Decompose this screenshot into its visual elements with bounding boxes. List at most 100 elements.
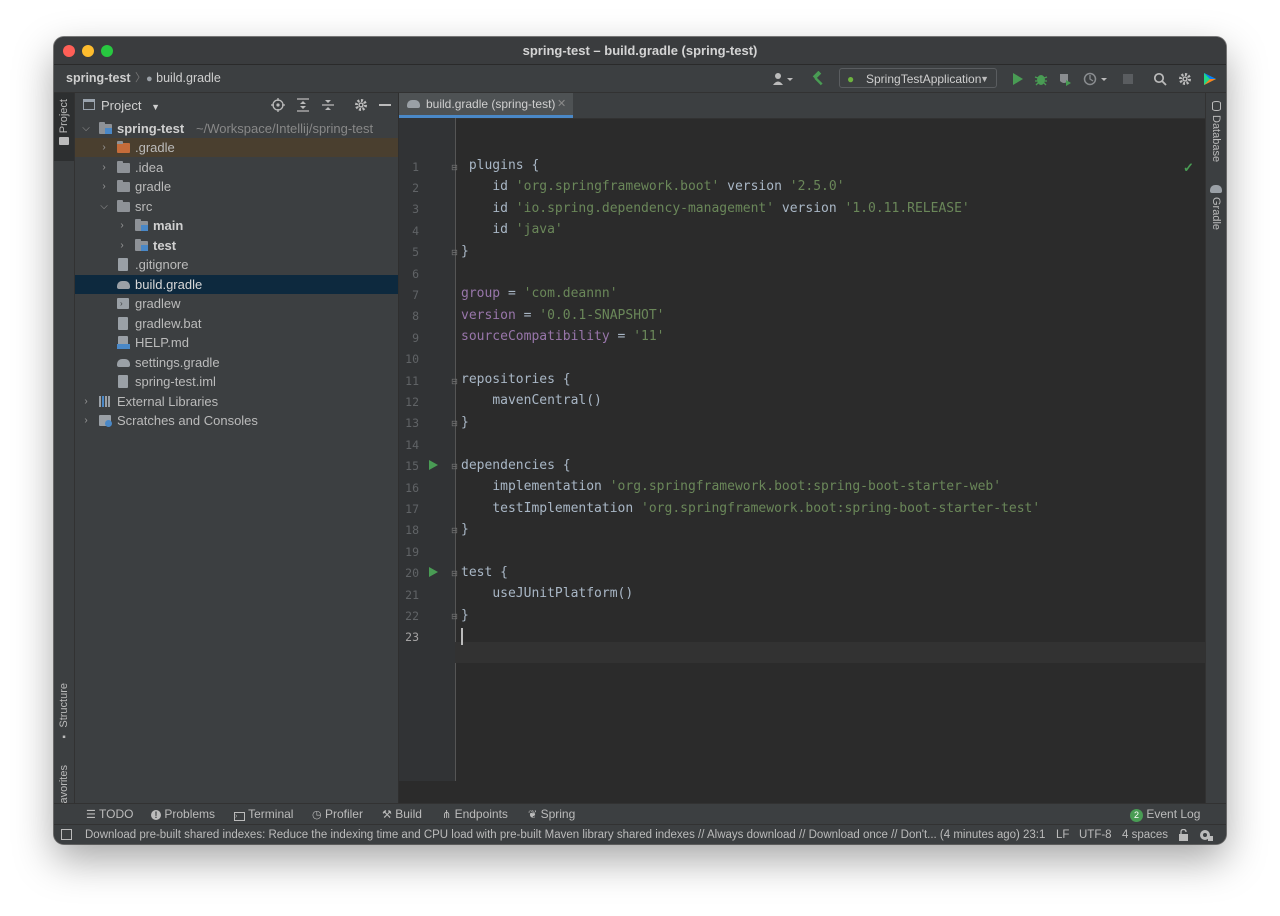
tree-item-gradle[interactable]: › gradle bbox=[75, 177, 398, 196]
run-configuration-select[interactable]: ● SpringTestApplication ▼ bbox=[839, 68, 997, 88]
run-gutter-icon[interactable] bbox=[429, 567, 438, 577]
project-tool-tab[interactable]: Project bbox=[54, 99, 74, 146]
run-gutter-icon[interactable] bbox=[429, 460, 438, 470]
code-token: plugins { bbox=[468, 158, 540, 173]
fold-marker-icon[interactable]: ⊟ bbox=[450, 612, 459, 621]
close-tab-icon[interactable]: ✕ bbox=[557, 93, 566, 115]
panel-settings-gear-icon[interactable] bbox=[354, 98, 368, 112]
build-tool-tab[interactable]: ⚒ Build bbox=[382, 804, 422, 825]
close-window-button[interactable] bbox=[63, 45, 75, 57]
profiler-tool-tab[interactable]: ◷ Profiler bbox=[312, 804, 363, 825]
tree-item-label: src bbox=[135, 199, 153, 214]
fold-marker-icon[interactable]: ⊟ bbox=[450, 163, 459, 172]
tree-item-label: spring-test.iml bbox=[135, 374, 216, 389]
toggle-tool-windows-icon[interactable] bbox=[61, 825, 72, 844]
tree-item-main[interactable]: › main bbox=[75, 216, 398, 235]
fold-marker-icon[interactable]: ⊟ bbox=[450, 377, 459, 386]
tree-item-label: gradlew.bat bbox=[135, 316, 202, 331]
tree-item-label: .gitignore bbox=[135, 257, 189, 272]
tree-item-idea[interactable]: › .idea bbox=[75, 158, 398, 177]
tree-item-label: gradle bbox=[135, 179, 172, 194]
collapse-all-icon[interactable] bbox=[321, 98, 335, 112]
indent-setting[interactable]: 4 spaces bbox=[1122, 825, 1168, 844]
inspection-ok-checkmark-icon[interactable]: ✓ bbox=[1183, 160, 1194, 176]
breadcrumb-file[interactable]: ● build.gradle bbox=[146, 65, 221, 93]
tree-item-gradlew[interactable]: › gradlew bbox=[75, 294, 398, 313]
todo-tab-label: TODO bbox=[99, 807, 134, 821]
tree-item-label: HELP.md bbox=[135, 335, 189, 350]
tree-item-scratches[interactable]: › Scratches and Consoles bbox=[75, 411, 398, 430]
build-hammer-icon[interactable] bbox=[810, 70, 828, 87]
project-panel: Project ▼ ⌵ spring-test ~/Workspace/Inte… bbox=[75, 93, 399, 803]
todo-tool-tab[interactable]: ☰ TODO bbox=[86, 804, 133, 825]
fold-marker-icon[interactable]: ⊟ bbox=[450, 248, 459, 257]
expand-all-icon[interactable] bbox=[296, 98, 310, 112]
maximize-window-button[interactable] bbox=[101, 45, 113, 57]
lock-icon[interactable] bbox=[1178, 825, 1189, 844]
fold-marker-icon[interactable]: ⊟ bbox=[450, 462, 459, 471]
tree-item-gitignore[interactable]: .gitignore bbox=[75, 255, 398, 274]
search-icon[interactable] bbox=[1152, 70, 1168, 87]
spring-tool-tab[interactable]: ❦ Spring bbox=[528, 804, 575, 825]
source-folder-icon bbox=[135, 239, 149, 252]
tree-item-src[interactable]: ⌵ src bbox=[75, 197, 398, 216]
editor-tab-build-gradle[interactable]: build.gradle (spring-test) ✕ bbox=[399, 93, 573, 118]
run-icon[interactable] bbox=[1010, 70, 1026, 87]
fold-marker-icon[interactable]: ⊟ bbox=[450, 419, 459, 428]
coverage-icon[interactable] bbox=[1057, 70, 1073, 87]
hide-panel-icon[interactable] bbox=[379, 104, 391, 106]
vcs-user-icon[interactable] bbox=[770, 70, 796, 87]
terminal-tool-tab[interactable]: › Terminal bbox=[234, 804, 293, 825]
inspection-profile-icon[interactable] bbox=[1199, 825, 1213, 844]
profiler-run-icon[interactable] bbox=[1082, 70, 1110, 87]
locate-file-icon[interactable] bbox=[271, 98, 285, 112]
endpoints-tab-label: Endpoints bbox=[454, 807, 508, 821]
code-property: group bbox=[461, 286, 501, 302]
minimize-window-button[interactable] bbox=[82, 45, 94, 57]
tree-item-label: settings.gradle bbox=[135, 355, 220, 370]
tree-item-spring-test-iml[interactable]: spring-test.iml bbox=[75, 372, 398, 391]
code-content[interactable]: plugins { id 'org.springframework.boot' … bbox=[461, 155, 1040, 647]
tree-item-external-libraries[interactable]: › External Libraries bbox=[75, 392, 398, 411]
endpoints-tool-tab[interactable]: ⋔ Endpoints bbox=[442, 804, 508, 825]
tree-item-test[interactable]: › test bbox=[75, 236, 398, 255]
fold-marker-icon[interactable]: ⊟ bbox=[450, 569, 459, 578]
status-message[interactable]: Download pre-built shared indexes: Reduc… bbox=[85, 825, 1020, 844]
source-folder-icon bbox=[135, 219, 149, 232]
tree-item-build-gradle[interactable]: build.gradle bbox=[75, 275, 398, 294]
jetbrains-toolbox-icon[interactable] bbox=[1202, 70, 1218, 87]
fold-marker-icon[interactable]: ⊟ bbox=[450, 526, 459, 535]
tree-item-label: gradlew bbox=[135, 296, 181, 311]
tree-root-path: ~/Workspace/Intellij/spring-test bbox=[196, 121, 374, 136]
tree-item-label: build.gradle bbox=[135, 277, 203, 292]
breadcrumb-project[interactable]: spring-test bbox=[66, 65, 131, 92]
line-number: 7 bbox=[412, 288, 419, 302]
gradle-tool-tab[interactable]: Gradle bbox=[1206, 185, 1226, 230]
caret-position[interactable]: 23:1 bbox=[1023, 825, 1045, 844]
line-separator[interactable]: LF bbox=[1056, 825, 1069, 844]
tree-root[interactable]: ⌵ spring-test ~/Workspace/Intellij/sprin… bbox=[75, 119, 398, 138]
tree-item-settings-gradle[interactable]: settings.gradle bbox=[75, 353, 398, 372]
event-log-count-badge: 2 bbox=[1130, 809, 1143, 822]
line-number: 23 bbox=[405, 630, 419, 644]
structure-tool-tab[interactable]: Structure ▪ bbox=[54, 683, 74, 743]
problems-tool-tab[interactable]: ! Problems bbox=[151, 804, 215, 825]
file-encoding[interactable]: UTF-8 bbox=[1079, 825, 1112, 844]
database-tool-tab[interactable]: Database bbox=[1206, 101, 1226, 162]
tree-item-gradlew-bat[interactable]: gradlew.bat bbox=[75, 314, 398, 333]
debug-icon[interactable] bbox=[1033, 70, 1049, 87]
tree-item-help-md[interactable]: HELP.md bbox=[75, 333, 398, 352]
line-number: 5 bbox=[412, 245, 419, 259]
event-log-tool-tab[interactable]: 2 Event Log bbox=[1130, 804, 1200, 825]
project-view-selector[interactable]: Project ▼ bbox=[101, 93, 160, 120]
tree-item-gradle-dir[interactable]: › .gradle bbox=[75, 138, 398, 157]
stop-icon[interactable] bbox=[1121, 70, 1135, 87]
right-tool-strip: Database Gradle bbox=[1205, 93, 1226, 803]
editor-bottom-area bbox=[399, 781, 1205, 803]
settings-gear-icon[interactable] bbox=[1177, 70, 1193, 87]
code-token: = bbox=[515, 307, 540, 323]
chevron-right-icon: › bbox=[102, 181, 106, 192]
code-token: } bbox=[461, 607, 469, 623]
code-line: dependencies { bbox=[461, 455, 1040, 476]
